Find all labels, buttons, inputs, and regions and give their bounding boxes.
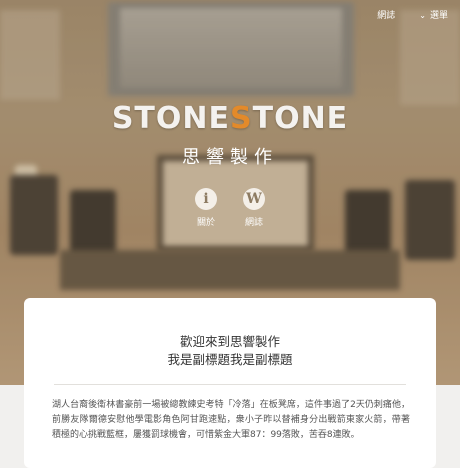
brand-chinese-name: 思響製作 xyxy=(182,147,278,168)
nav-menu-button[interactable]: ⌄ 選單 xyxy=(419,8,448,21)
shortcut-icons: i 關於 W 網誌 xyxy=(0,188,460,228)
blog-label: 網誌 xyxy=(244,218,263,228)
nav-blog-link[interactable]: 網誌 xyxy=(377,8,395,21)
brand-logo[interactable]: STONESTONE xyxy=(0,101,460,136)
logo-accent-letter: S xyxy=(230,101,253,136)
logo-text-right: TONE xyxy=(252,101,349,136)
nav-menu-label: 選單 xyxy=(429,11,448,21)
welcome-subtitle: 我是副標題我是副標題 xyxy=(167,352,293,367)
welcome-body: 湖人台裔後衛林書豪前一場被總教練史考特「冷落」在板凳席，這件事過了2天仍刺痛他，… xyxy=(52,400,410,440)
about-label: 關於 xyxy=(196,218,215,228)
info-icon: i xyxy=(195,188,217,210)
welcome-card: 歡迎來到思響製作 我是副標題我是副標題 湖人台裔後衛林書豪前一場被總教練史考特「… xyxy=(24,298,436,468)
about-shortcut[interactable]: i 關於 xyxy=(195,188,217,228)
logo-text-left: STONE xyxy=(111,101,230,136)
chevron-down-icon: ⌄ xyxy=(419,11,426,20)
blog-shortcut[interactable]: W 網誌 xyxy=(243,188,265,228)
top-nav: 網誌 ⌄ 選單 xyxy=(377,8,448,21)
welcome-title: 歡迎來到思響製作 xyxy=(179,334,280,349)
divider xyxy=(54,384,406,385)
wordpress-icon: W xyxy=(243,188,265,210)
welcome-heading: 歡迎來到思響製作 我是副標題我是副標題 xyxy=(24,333,436,369)
